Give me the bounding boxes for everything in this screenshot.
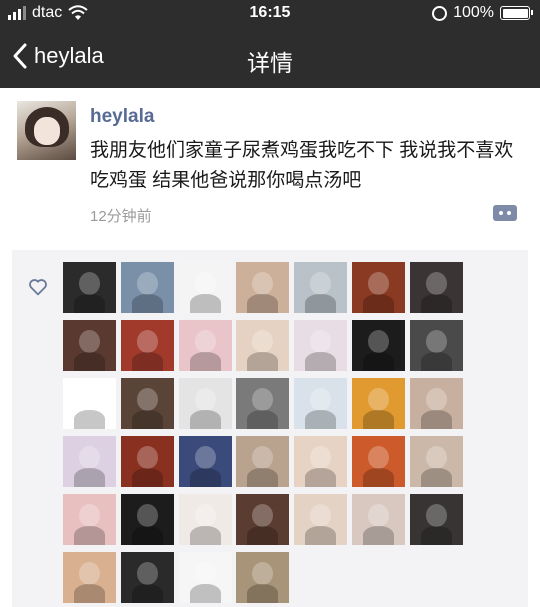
liker-avatar[interactable] — [63, 552, 116, 603]
liker-avatar[interactable] — [179, 436, 232, 487]
liker-avatar[interactable] — [352, 494, 405, 545]
liker-avatar[interactable] — [294, 494, 347, 545]
liker-avatar[interactable] — [294, 320, 347, 371]
comment-icon[interactable] — [493, 205, 517, 221]
liker-avatar[interactable] — [121, 552, 174, 603]
page-title: 详情 — [247, 50, 293, 76]
liker-avatar[interactable] — [121, 320, 174, 371]
rotation-lock-icon — [432, 5, 448, 21]
liker-avatar[interactable] — [236, 552, 289, 603]
liker-avatar[interactable] — [121, 436, 174, 487]
battery-percent: 100% — [453, 4, 494, 21]
liker-avatar[interactable] — [294, 378, 347, 429]
liker-avatar[interactable] — [410, 262, 463, 313]
liker-avatar[interactable] — [236, 436, 289, 487]
liker-avatar[interactable] — [352, 320, 405, 371]
liker-avatar[interactable] — [121, 378, 174, 429]
liker-avatar[interactable] — [63, 378, 116, 429]
liker-avatar[interactable] — [410, 436, 463, 487]
status-right: 100% — [432, 4, 533, 22]
liker-avatar[interactable] — [63, 320, 116, 371]
navigation-bar: heylala 详情 — [0, 26, 540, 88]
liker-avatar[interactable] — [63, 494, 116, 545]
post-time: 12分钟前 — [90, 208, 152, 225]
liker-avatar[interactable] — [121, 494, 174, 545]
liker-avatar[interactable] — [179, 552, 232, 603]
battery-icon — [500, 6, 533, 20]
liker-avatar[interactable] — [236, 262, 289, 313]
liker-avatar[interactable] — [179, 494, 232, 545]
liker-avatar[interactable] — [236, 378, 289, 429]
liker-avatar[interactable] — [352, 378, 405, 429]
author-avatar[interactable] — [17, 101, 76, 160]
post-text: 我朋友他们家童子尿煮鸡蛋我吃不下 我说我不喜欢吃鸡蛋 结果他爸说那你喝点汤吧 — [90, 140, 514, 191]
status-bar: dtac 16:15 100% — [0, 0, 540, 26]
liker-avatar[interactable] — [63, 262, 116, 313]
liker-avatar[interactable] — [179, 378, 232, 429]
liker-avatar[interactable] — [236, 320, 289, 371]
heart-icon — [29, 279, 47, 296]
author-name[interactable]: heylala — [90, 106, 154, 128]
liker-avatar[interactable] — [352, 262, 405, 313]
liker-avatar[interactable] — [179, 262, 232, 313]
liker-avatar[interactable] — [121, 262, 174, 313]
liker-avatar[interactable] — [352, 436, 405, 487]
liker-avatar[interactable] — [294, 436, 347, 487]
liker-avatar[interactable] — [63, 436, 116, 487]
liker-avatar[interactable] — [294, 262, 347, 313]
liker-avatar[interactable] — [179, 320, 232, 371]
liker-avatar[interactable] — [410, 378, 463, 429]
liker-avatar[interactable] — [236, 494, 289, 545]
liker-avatar[interactable] — [410, 494, 463, 545]
liker-avatar[interactable] — [410, 320, 463, 371]
